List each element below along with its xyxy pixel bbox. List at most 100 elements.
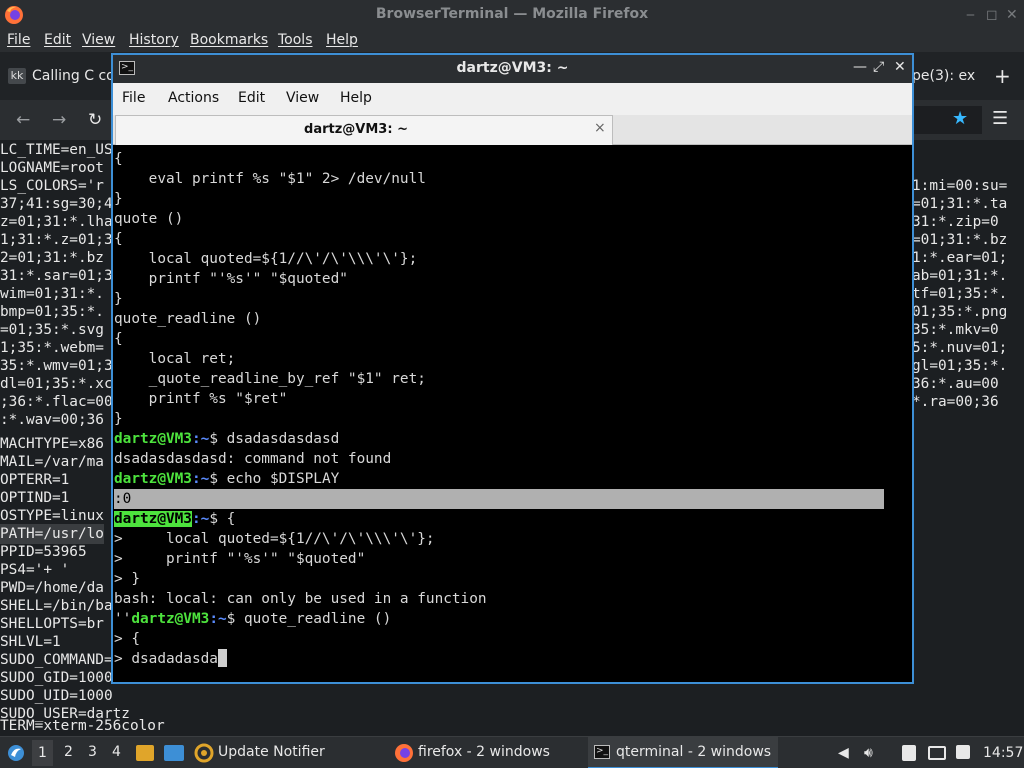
terminal-tab[interactable]: dartz@VM3: ~ ×	[115, 115, 613, 145]
env-line: bmp=01;35:*.	[0, 304, 104, 320]
env-line: SUDO_UID=1000	[0, 688, 113, 704]
terminal-line: > printf "'%s'" "$quoted"	[114, 551, 366, 567]
env-line: SUDO_COMMAND=	[0, 652, 113, 668]
env-line: PS4='+ '	[0, 562, 70, 578]
notification-icon[interactable]	[956, 745, 970, 759]
env-line-right: gl=01;35:*.	[912, 358, 1008, 374]
workspace-1[interactable]: 1	[32, 740, 53, 766]
env-line: :*.wav=00;36	[0, 412, 104, 428]
terminal-line: {	[114, 151, 123, 167]
env-line-right: 31:*.zip=0	[912, 214, 999, 230]
terminal-line: eval printf %s "$1" 2> /dev/null	[114, 171, 426, 187]
clipboard-icon[interactable]	[902, 745, 916, 761]
env-line: OPTIND=1	[0, 490, 70, 506]
current-input: > dsadadasda	[114, 651, 218, 667]
prompt-command: $ dsadasdasdasd	[209, 431, 340, 447]
env-line: SHELLOPTS=br	[0, 616, 104, 632]
prompt-user-selected: dartz@VM3	[114, 511, 192, 527]
forward-icon[interactable]: →	[52, 110, 66, 130]
env-line-right: 1:*.ear=01;	[912, 250, 1008, 266]
terminal-prompt-line: dartz@VM3:~$ dsadasdasdasd	[114, 429, 339, 449]
env-line: MACHTYPE=x86	[0, 436, 104, 452]
env-line: 2=01;31:*.bz	[0, 250, 104, 266]
menu-edit[interactable]: Edit	[238, 90, 265, 106]
menu-history[interactable]: History	[129, 32, 179, 48]
minimize-icon[interactable]: —	[853, 59, 867, 75]
hamburger-menu-icon[interactable]: ☰	[992, 108, 1008, 129]
prompt-command: $ quote_readline ()	[226, 611, 392, 627]
browser-tab[interactable]: kk Calling C co	[0, 60, 115, 94]
env-line: 35:*.wmv=01;3	[0, 358, 113, 374]
workspace-4[interactable]: 4	[112, 744, 121, 760]
taskbar-item-update-notifier[interactable]: Update Notifier	[190, 737, 380, 768]
prompt-path: :~	[191, 431, 210, 447]
taskbar: 1 2 3 4 Update Notifier firefox - 2 wind…	[0, 736, 1024, 768]
volume-icon[interactable]: 🔊︎	[864, 745, 873, 761]
tab-close-icon[interactable]: ×	[594, 120, 606, 136]
terminal-menubar: File Actions Edit View Help	[113, 83, 912, 115]
prompt-prefix: ''	[114, 611, 132, 627]
url-bar[interactable]	[912, 106, 982, 134]
prompt-user: dartz@VM3	[131, 611, 210, 627]
network-icon[interactable]	[928, 746, 946, 760]
tray-arrow-icon[interactable]: ◀	[838, 745, 849, 761]
terminal-input-line[interactable]: > dsadadasda	[114, 649, 227, 669]
menu-view[interactable]: View	[286, 90, 319, 106]
env-line-right: 35:*.mkv=0	[912, 322, 999, 338]
back-icon[interactable]: ←	[16, 110, 30, 130]
reload-icon[interactable]: ↻	[88, 110, 102, 130]
env-line: OSTYPE=linux	[0, 508, 104, 524]
update-notifier-icon	[194, 743, 214, 763]
taskbar-item-qterminal[interactable]: >_ qterminal - 2 windows	[588, 737, 778, 768]
terminal-titlebar[interactable]: >_ dartz@VM3: ~ — ⤢ ✕	[113, 55, 912, 83]
env-line: LS_COLORS='r	[0, 178, 104, 194]
env-line-right: ab=01;31:*.	[912, 268, 1008, 284]
terminal-output[interactable]: { eval printf %s "$1" 2> /dev/null } quo…	[113, 147, 912, 682]
terminal-line: }	[114, 291, 123, 307]
terminal-line: local quoted=${1//\'/\'\\\'\'};	[114, 251, 418, 267]
close-icon[interactable]: ✕	[894, 59, 906, 75]
menu-edit[interactable]: Edit	[44, 32, 71, 48]
browser-tab-title-fragment[interactable]: pe(3): ex	[912, 68, 975, 84]
workspace-3[interactable]: 3	[88, 744, 97, 760]
file-manager-icon[interactable]	[136, 745, 154, 761]
new-tab-icon[interactable]: +	[994, 64, 1011, 88]
start-menu-icon[interactable]	[6, 743, 26, 763]
qterminal-window[interactable]: >_ dartz@VM3: ~ — ⤢ ✕ File Actions Edit …	[111, 53, 914, 684]
menu-file[interactable]: File	[122, 90, 145, 106]
clock[interactable]: 14:57	[983, 745, 1023, 761]
workspace-2[interactable]: 2	[64, 744, 73, 760]
menu-file[interactable]: File	[7, 32, 30, 48]
env-line-right: 36:*.au=00	[912, 376, 999, 392]
show-desktop-icon[interactable]	[164, 745, 184, 761]
terminal-line: > }	[114, 571, 140, 587]
env-line: LOGNAME=root	[0, 160, 104, 176]
menu-help[interactable]: Help	[326, 32, 358, 48]
env-line: 31:*.sar=01;3	[0, 268, 113, 284]
menu-actions[interactable]: Actions	[168, 90, 219, 106]
prompt-user: dartz@VM3	[114, 431, 192, 447]
terminal-line-selected: :0	[114, 491, 132, 507]
menu-tools[interactable]: Tools	[278, 32, 313, 48]
bookmark-star-icon[interactable]: ★	[952, 108, 968, 129]
env-line: MAIL=/var/ma	[0, 454, 104, 470]
terminal-tab-title: dartz@VM3: ~	[304, 122, 408, 137]
env-line-highlighted: PATH=/usr/lo	[0, 524, 104, 544]
terminal-line: }	[114, 191, 123, 207]
maximize-icon[interactable]: ◻	[986, 6, 998, 24]
maximize-icon[interactable]: ⤢	[873, 59, 884, 75]
window-title: BrowserTerminal — Mozilla Firefox	[375, 6, 649, 22]
taskbar-item-firefox[interactable]: firefox - 2 windows	[390, 737, 580, 768]
menu-view[interactable]: View	[82, 32, 115, 48]
prompt-command: $ echo $DISPLAY	[209, 471, 340, 487]
menu-help[interactable]: Help	[340, 90, 372, 106]
menu-bookmarks[interactable]: Bookmarks	[190, 32, 268, 48]
terminal-line: bash: local: can only be used in a funct…	[114, 591, 487, 607]
env-line: SUDO_GID=1000	[0, 670, 113, 686]
prompt-path: :~	[209, 611, 227, 627]
env-line: LC_TIME=en_US	[0, 142, 113, 158]
minimize-icon[interactable]: ‒	[966, 6, 975, 24]
close-icon[interactable]: ✕	[1006, 6, 1018, 24]
text-cursor	[217, 649, 227, 667]
env-line-right: =01;31:*.ta	[912, 196, 1008, 212]
